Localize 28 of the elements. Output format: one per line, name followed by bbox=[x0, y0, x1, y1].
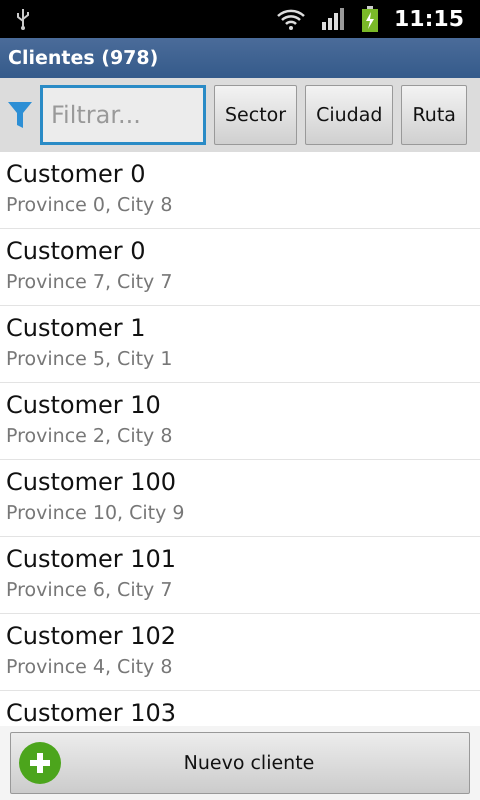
customer-name: Customer 0 bbox=[6, 236, 146, 267]
customer-name: Customer 10 bbox=[6, 390, 162, 421]
usb-icon bbox=[16, 7, 30, 31]
wifi-icon bbox=[276, 7, 306, 31]
customer-location: Province 2, City 8 bbox=[6, 424, 174, 449]
customer-location: Province 0, City 8 bbox=[6, 193, 174, 218]
customer-name: Customer 102 bbox=[6, 621, 178, 652]
plus-icon bbox=[19, 742, 61, 784]
customer-location: Province 5, City 1 bbox=[6, 347, 174, 372]
filter-button[interactable]: Ciudad bbox=[305, 85, 394, 145]
customer-name: Customer 0 bbox=[6, 159, 146, 190]
signal-icon bbox=[322, 8, 346, 30]
filter-button[interactable]: Ruta bbox=[401, 85, 467, 145]
filter-icon[interactable] bbox=[8, 100, 32, 130]
customer-name: Customer 103 bbox=[6, 698, 178, 726]
filter-button[interactable]: Sector bbox=[214, 85, 298, 145]
customer-location: Province 10, City 9 bbox=[6, 501, 186, 526]
customer-location: Province 6, City 7 bbox=[6, 578, 174, 603]
customer-name: Customer 101 bbox=[6, 544, 178, 575]
clock: 11:15 bbox=[394, 6, 464, 34]
new-customer-button[interactable]: Nuevo cliente bbox=[10, 732, 470, 794]
customer-location: Province 7, City 7 bbox=[6, 270, 174, 295]
customer-name: Customer 1 bbox=[6, 313, 146, 344]
battery-icon bbox=[362, 6, 378, 32]
customer-location: Province 4, City 8 bbox=[6, 655, 174, 680]
customer-name: Customer 100 bbox=[6, 467, 178, 498]
screen-title: Clientes (978) bbox=[8, 46, 158, 71]
filter-field[interactable]: Filtrar... bbox=[40, 85, 206, 145]
